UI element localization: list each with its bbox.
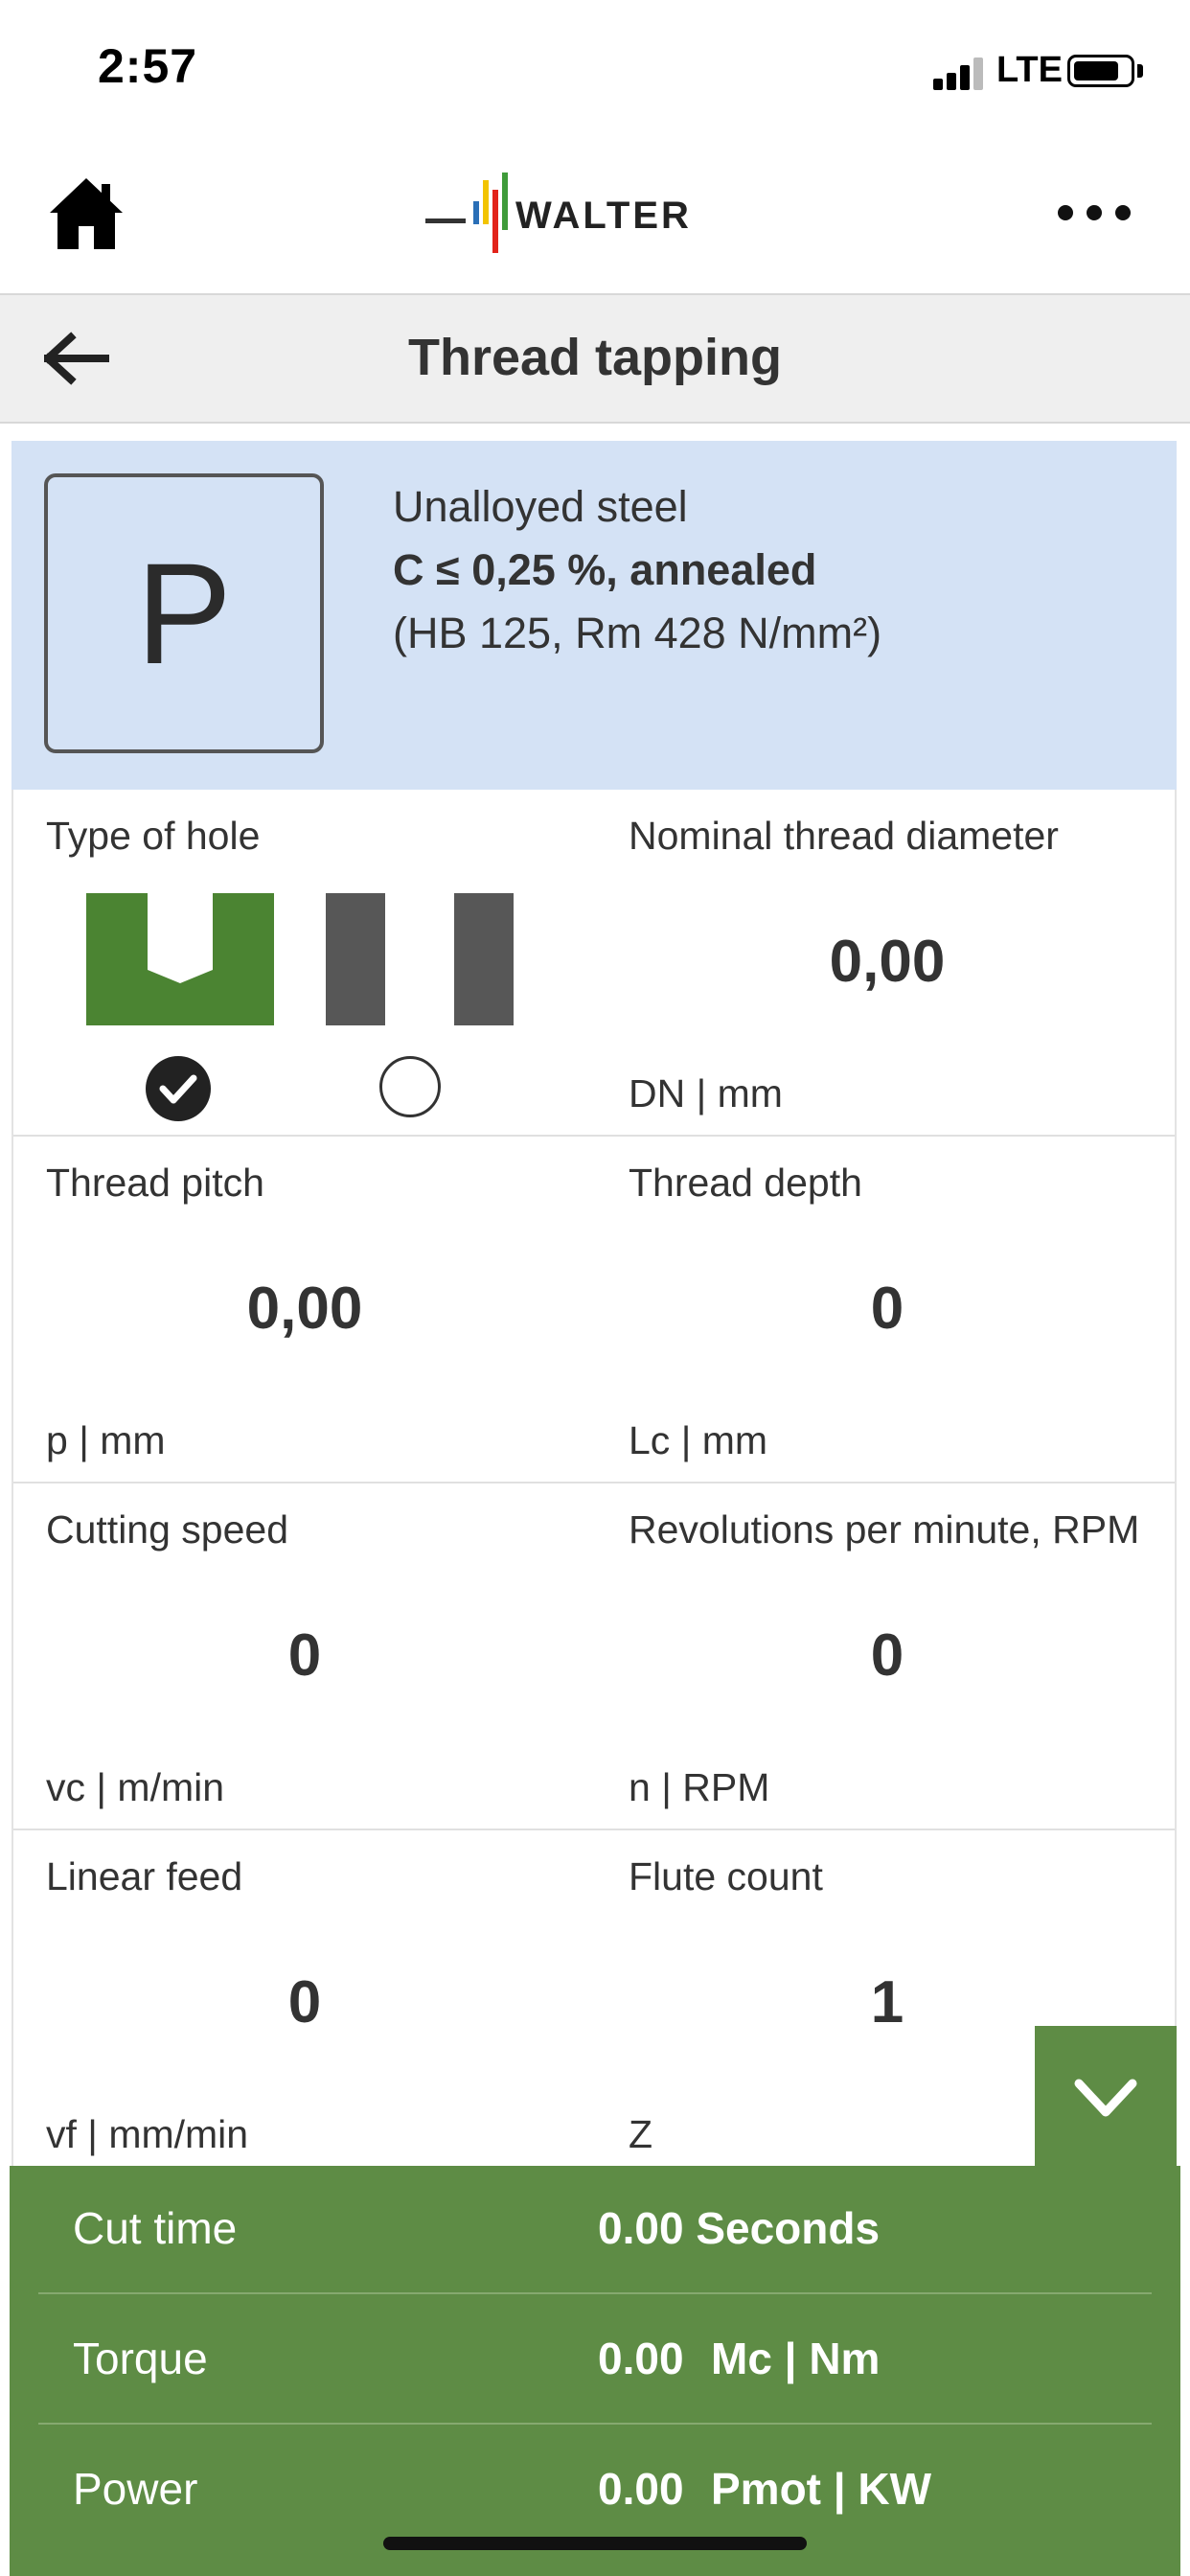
linear-feed-label: Linear feed — [46, 1854, 243, 1898]
thread-pitch-label: Thread pitch — [46, 1161, 264, 1205]
thread-depth-unit: Lc | mm — [629, 1418, 768, 1462]
result-row-torque: Torque 0.00 Mc | Nm — [38, 2296, 1152, 2425]
material-condition: C ≤ 0,25 %, annealed — [393, 545, 817, 594]
thread-pitch-cell[interactable]: Thread pitch 0,00 p | mm — [13, 1137, 596, 1482]
thread-depth-input[interactable]: 0 — [596, 1275, 1179, 1343]
material-name: Unalloyed steel — [393, 482, 688, 531]
brand-text: WALTER — [515, 195, 692, 237]
home-icon[interactable] — [46, 172, 126, 253]
linear-feed-unit: vf | mm/min — [46, 2112, 249, 2156]
material-group-badge: P — [44, 473, 324, 753]
material-hardness: (HB 125, Rm 428 N/mm²) — [393, 609, 882, 657]
battery-icon — [1067, 55, 1134, 87]
thread-depth-label: Thread depth — [629, 1161, 862, 1205]
through-hole-icon[interactable] — [326, 893, 514, 1025]
torque-label: Torque — [73, 2334, 208, 2383]
grid-row: Type of hole Nominal thread diameter 0,0… — [13, 790, 1175, 1137]
cutting-speed-cell[interactable]: Cutting speed 0 vc | m/min — [13, 1484, 596, 1828]
cut-time-number: 0.00 — [598, 2203, 684, 2253]
nominal-diameter-cell[interactable]: Nominal thread diameter 0,00 DN | mm — [596, 790, 1179, 1135]
through-hole-radio[interactable] — [379, 1056, 441, 1117]
battery-nub — [1137, 64, 1143, 78]
thread-pitch-unit: p | mm — [46, 1418, 166, 1462]
cutting-speed-unit: vc | m/min — [46, 1765, 225, 1809]
result-row-cut-time: Cut time 0.00 Seconds — [38, 2166, 1152, 2294]
thread-depth-cell[interactable]: Thread depth 0 Lc | mm — [596, 1137, 1179, 1482]
cut-time-label: Cut time — [73, 2203, 238, 2253]
flute-count-label: Flute count — [629, 1854, 823, 1898]
material-card[interactable]: P Unalloyed steel C ≤ 0,25 %, annealed (… — [11, 441, 1177, 790]
chevron-down-icon — [1074, 2079, 1137, 2117]
rpm-input[interactable]: 0 — [596, 1622, 1179, 1690]
cut-time-unit: Seconds — [696, 2203, 881, 2253]
type-of-hole-cell: Type of hole — [13, 790, 596, 1135]
nominal-diameter-unit: DN | mm — [629, 1071, 783, 1116]
title-bar: Thread tapping — [0, 295, 1190, 424]
grid-row: Linear feed 0 vf | mm/min Flute count 1 … — [13, 1830, 1175, 2177]
status-time: 2:57 — [98, 39, 198, 93]
torque-value: 0.00 — [598, 2334, 684, 2383]
cutting-speed-input[interactable]: 0 — [13, 1622, 596, 1690]
more-icon[interactable] — [1058, 201, 1131, 224]
type-of-hole-label: Type of hole — [46, 814, 261, 858]
rpm-unit: n | RPM — [629, 1765, 770, 1809]
linear-feed-cell[interactable]: Linear feed 0 vf | mm/min — [13, 1830, 596, 2175]
cut-time-value: 0.00 Seconds — [598, 2202, 880, 2254]
grid-row: Cutting speed 0 vc | m/min Revolutions p… — [13, 1484, 1175, 1830]
home-indicator[interactable] — [383, 2537, 807, 2550]
result-row-power: Power 0.00 Pmot | KW — [38, 2426, 1152, 2555]
power-value: 0.00 — [598, 2464, 684, 2514]
cutting-speed-label: Cutting speed — [46, 1507, 289, 1552]
power-unit: Pmot | KW — [711, 2464, 932, 2514]
nominal-diameter-input[interactable]: 0,00 — [596, 928, 1179, 996]
grid-row: Thread pitch 0,00 p | mm Thread depth 0 … — [13, 1137, 1175, 1484]
power-label: Power — [73, 2464, 198, 2514]
signal-icon — [933, 56, 987, 90]
check-icon — [159, 1074, 197, 1104]
linear-feed-input[interactable]: 0 — [13, 1968, 596, 2036]
nominal-diameter-label: Nominal thread diameter — [629, 814, 1059, 858]
torque-unit: Mc | Nm — [711, 2334, 881, 2383]
blind-hole-radio[interactable] — [146, 1056, 211, 1121]
material-description: Unalloyed steel C ≤ 0,25 %, annealed (HB… — [393, 475, 881, 665]
flute-count-unit: Z — [629, 2112, 653, 2156]
rpm-label: Revolutions per minute, RPM — [629, 1507, 1140, 1552]
app-header: WALTER — [0, 144, 1190, 295]
results-panel: Cut time 0.00 Seconds Torque 0.00 Mc | N… — [10, 2166, 1180, 2576]
status-bar: 2:57 LTE — [0, 0, 1190, 144]
rpm-cell[interactable]: Revolutions per minute, RPM 0 n | RPM — [596, 1484, 1179, 1828]
parameter-grid: Type of hole Nominal thread diameter 0,0… — [11, 790, 1177, 2177]
collapse-results-button[interactable] — [1035, 2026, 1177, 2166]
network-label: LTE — [996, 50, 1063, 90]
blind-hole-icon[interactable] — [86, 893, 274, 1025]
page-title: Thread tapping — [408, 329, 782, 386]
walter-logo: WALTER — [425, 172, 770, 259]
thread-pitch-input[interactable]: 0,00 — [13, 1275, 596, 1343]
